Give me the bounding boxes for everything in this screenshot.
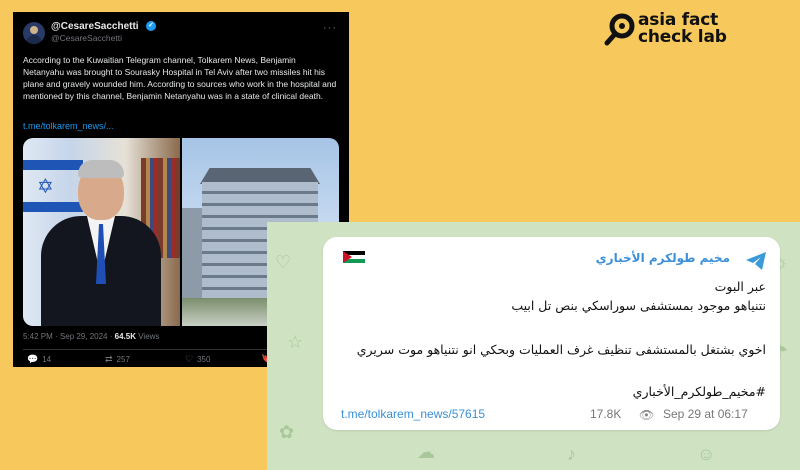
magnifier-logo-icon [604,13,635,46]
tweet-meta: 5:42 PM · Sep 29, 2024 · 64.5K Views [23,332,159,341]
retweet-icon: ⇄ [105,354,113,364]
logo-line-2: check lab [638,27,727,47]
like-button[interactable]: ♡ 350 [185,354,210,365]
telegram-post-time: Sep 29 at 06:17 [663,407,748,421]
heart-icon: ♡ [185,354,194,364]
photo-netanyahu[interactable]: ✡ [23,138,180,326]
eye-icon: 👁 [639,408,655,422]
telegram-views-count: 17.8K [590,407,622,421]
tweet-views-label: Views [138,332,160,341]
telegram-hashtag[interactable]: #مخيم_طولكرم_الأخباري [633,384,766,399]
reply-button[interactable]: 💬 14 [27,354,51,365]
palestine-flag-icon [343,251,365,263]
avatar[interactable] [23,22,45,44]
telegram-message-line: عبر البوت [714,279,766,294]
more-options-icon[interactable]: ··· [323,22,337,34]
doodle-heart-icon: ♡ [275,252,292,272]
tweet-text: According to the Kuwaitian Telegram chan… [23,55,337,101]
telegram-channel-name[interactable]: مخيم طولكرم الأخباري [596,251,730,265]
tweet-timestamp[interactable]: 5:42 PM · Sep 29, 2024 · [23,332,112,341]
doodle-music-icon: ♪ [567,444,576,464]
doodle-star-icon: ☆ [287,332,304,352]
asia-fact-check-lab-logo: asia fact check lab [604,10,794,50]
telegram-message-line: اخوي بشتغل بالمستشفى تنظيف غرف العمليات … [356,342,766,357]
doodle-smile-icon: ☺ [697,444,716,464]
reply-icon: 💬 [27,354,39,364]
tweet-link[interactable]: t.me/tolkarem_news/... [23,121,114,131]
doodle-flower-icon: ✿ [279,422,295,442]
retweet-button[interactable]: ⇄ 257 [105,354,130,365]
tweet-handle[interactable]: @CesareSacchetti [51,33,122,43]
telegram-post-link[interactable]: t.me/tolkarem_news/57615 [341,407,485,421]
doodle-cloud-icon: ☁ [417,442,435,462]
tweet-display-name[interactable]: @CesareSacchetti [51,21,139,32]
telegram-message-card: مخيم طولكرم الأخباري عبر البوت نتنياهو م… [323,237,780,430]
telegram-logo-icon [746,252,766,270]
telegram-message-line: نتنياهو موجود بمستشفى سوراسكي بنص تل ابي… [511,298,766,313]
verified-badge-icon: ✓ [146,21,156,31]
tweet-views-count: 64.5K [114,332,136,341]
